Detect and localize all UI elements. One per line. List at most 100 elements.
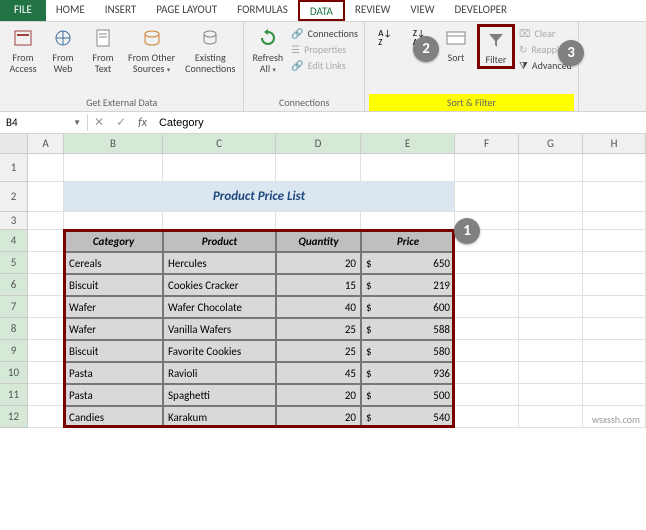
- row-header[interactable]: 10: [0, 362, 28, 384]
- col-header-G[interactable]: G: [519, 134, 583, 153]
- callout-1: 1: [454, 218, 480, 244]
- name-box[interactable]: B4 ▼: [0, 114, 88, 131]
- refresh-all-button[interactable]: Refresh All ▾: [248, 24, 287, 77]
- cells-area[interactable]: Product Price List Category Product Quan…: [28, 154, 646, 428]
- properties-button[interactable]: ☰Properties: [289, 42, 360, 57]
- table-cell[interactable]: 15: [276, 274, 361, 296]
- row-header[interactable]: 2: [0, 182, 28, 212]
- table-cell[interactable]: $650: [361, 252, 455, 274]
- tab-formulas[interactable]: FORMULAS: [227, 0, 298, 21]
- col-header-E[interactable]: E: [361, 134, 455, 153]
- enter-button: ✓: [110, 115, 132, 130]
- group-label: Get External Data: [4, 94, 239, 111]
- col-header-H[interactable]: H: [583, 134, 646, 153]
- row-header[interactable]: 5: [0, 252, 28, 274]
- connections-button[interactable]: 🔗Connections: [289, 26, 360, 41]
- spreadsheet-grid: A B C D E F G H 1 2 3 4 5 6 7 8 9 10 11 …: [0, 134, 646, 428]
- group-get-external-data: From Access From Web From Text From Othe…: [0, 22, 244, 111]
- file-tab[interactable]: FILE: [0, 0, 46, 21]
- col-header-B[interactable]: B: [64, 134, 163, 153]
- select-all-corner[interactable]: [0, 134, 28, 153]
- table-cell[interactable]: Karakum: [163, 406, 276, 428]
- table-cell[interactable]: Favorite Cookies: [163, 340, 276, 362]
- row-header[interactable]: 4: [0, 230, 28, 252]
- row-header[interactable]: 6: [0, 274, 28, 296]
- web-icon: [51, 26, 75, 50]
- table-cell[interactable]: $500: [361, 384, 455, 406]
- existing-connections-button[interactable]: Existing Connections: [181, 24, 239, 76]
- table-header[interactable]: Price: [361, 230, 455, 252]
- table-cell[interactable]: Cookies Cracker: [163, 274, 276, 296]
- table-cell[interactable]: Pasta: [64, 384, 163, 406]
- table-header[interactable]: Category: [64, 230, 163, 252]
- filter-button[interactable]: Filter: [477, 24, 515, 69]
- table-cell[interactable]: $219: [361, 274, 455, 296]
- table-header[interactable]: Quantity: [276, 230, 361, 252]
- table-cell[interactable]: $540: [361, 406, 455, 428]
- row-header[interactable]: 7: [0, 296, 28, 318]
- table-cell[interactable]: Wafer: [64, 318, 163, 340]
- row-header[interactable]: 3: [0, 212, 28, 230]
- tab-home[interactable]: HOME: [46, 0, 95, 21]
- table-header[interactable]: Product: [163, 230, 276, 252]
- table-cell[interactable]: 20: [276, 384, 361, 406]
- sort-az-button[interactable]: A↓Z: [369, 24, 401, 54]
- tab-developer[interactable]: DEVELOPER: [445, 0, 517, 21]
- col-header-F[interactable]: F: [455, 134, 519, 153]
- table-cell[interactable]: Ravioli: [163, 362, 276, 384]
- table-cell[interactable]: Biscuit: [64, 274, 163, 296]
- table-cell[interactable]: 25: [276, 340, 361, 362]
- sort-button[interactable]: Sort: [437, 24, 475, 65]
- tab-insert[interactable]: INSERT: [95, 0, 147, 21]
- table-cell[interactable]: Pasta: [64, 362, 163, 384]
- tab-data[interactable]: DATA: [298, 0, 345, 21]
- formula-input[interactable]: [153, 115, 646, 131]
- edit-links-button[interactable]: 🔗Edit Links: [289, 58, 360, 73]
- advanced-icon: ⧩: [519, 59, 528, 72]
- table-cell[interactable]: 45: [276, 362, 361, 384]
- from-web-button[interactable]: From Web: [44, 24, 82, 76]
- callout-3: 3: [558, 40, 584, 66]
- ribbon: From Access From Web From Text From Othe…: [0, 22, 646, 112]
- table-cell[interactable]: Vanilla Wafers: [163, 318, 276, 340]
- row-header[interactable]: 8: [0, 318, 28, 340]
- funnel-icon: [484, 28, 508, 52]
- table-cell[interactable]: Candies: [64, 406, 163, 428]
- table-cell[interactable]: Hercules: [163, 252, 276, 274]
- group-sort-filter: A↓Z Z↓A Sort Filter ⌧Clear ↻Reapply ⧩Adv…: [365, 22, 579, 111]
- table-cell[interactable]: Spaghetti: [163, 384, 276, 406]
- fx-icon[interactable]: fx: [132, 116, 153, 130]
- table-cell[interactable]: Wafer Chocolate: [163, 296, 276, 318]
- table-cell[interactable]: 20: [276, 406, 361, 428]
- row-header[interactable]: 11: [0, 384, 28, 406]
- name-box-dropdown-icon[interactable]: ▼: [73, 118, 81, 128]
- table-cell[interactable]: $588: [361, 318, 455, 340]
- table-cell[interactable]: $580: [361, 340, 455, 362]
- table-cell[interactable]: Cereals: [64, 252, 163, 274]
- ribbon-tabs: FILE HOME INSERT PAGE LAYOUT FORMULAS DA…: [0, 0, 646, 22]
- tab-page-layout[interactable]: PAGE LAYOUT: [146, 0, 227, 21]
- row-headers: 1 2 3 4 5 6 7 8 9 10 11 12: [0, 154, 28, 428]
- from-access-button[interactable]: From Access: [4, 24, 42, 76]
- sort-icon: [444, 26, 468, 50]
- row-header[interactable]: 1: [0, 154, 28, 182]
- from-text-button[interactable]: From Text: [84, 24, 122, 76]
- row-header[interactable]: 12: [0, 406, 28, 428]
- table-cell[interactable]: 20: [276, 252, 361, 274]
- row-header[interactable]: 9: [0, 340, 28, 362]
- table-cell[interactable]: Biscuit: [64, 340, 163, 362]
- tab-review[interactable]: REVIEW: [345, 0, 401, 21]
- col-header-D[interactable]: D: [276, 134, 361, 153]
- title-cell[interactable]: Product Price List: [64, 182, 455, 212]
- edit-links-icon: 🔗: [291, 59, 303, 72]
- col-header-A[interactable]: A: [28, 134, 64, 153]
- table-cell[interactable]: 40: [276, 296, 361, 318]
- table-cell[interactable]: 25: [276, 318, 361, 340]
- tab-view[interactable]: VIEW: [400, 0, 444, 21]
- table-cell[interactable]: $936: [361, 362, 455, 384]
- clear-button[interactable]: ⌧Clear: [517, 26, 574, 41]
- from-other-sources-button[interactable]: From Other Sources ▾: [124, 24, 179, 77]
- table-cell[interactable]: Wafer: [64, 296, 163, 318]
- table-cell[interactable]: $600: [361, 296, 455, 318]
- col-header-C[interactable]: C: [163, 134, 276, 153]
